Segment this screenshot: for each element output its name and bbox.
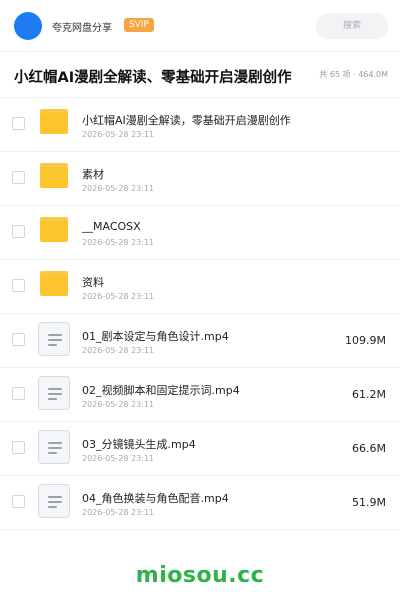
folder-icon <box>40 163 68 188</box>
video-file-icon <box>38 376 70 410</box>
svip-badge: SVIP <box>124 18 154 32</box>
video-file-icon <box>38 484 70 518</box>
row-checkbox[interactable] <box>12 387 25 400</box>
file-date: 2026-05-28 23:11 <box>82 184 155 193</box>
file-name[interactable]: 02_视频脚本和固定提示词.mp4 <box>82 382 240 398</box>
row-checkbox[interactable] <box>12 171 25 184</box>
folder-icon <box>40 271 68 296</box>
file-name[interactable]: 01_剧本设定与角色设计.mp4 <box>82 328 229 344</box>
file-row[interactable]: 02_视频脚本和固定提示词.mp4 2026-05-28 23:11 61.2M <box>0 368 400 422</box>
file-date: 2026-05-28 23:11 <box>82 238 155 247</box>
video-file-icon <box>38 322 70 356</box>
file-date: 2026-05-28 23:11 <box>82 400 155 409</box>
file-count-summary: 共 65 项 · 464.0M <box>319 70 388 79</box>
file-date: 2026-05-28 23:11 <box>82 454 155 463</box>
file-size: 61.2M <box>352 388 386 401</box>
file-name[interactable]: __MACOSX <box>82 220 141 233</box>
file-name[interactable]: 资料 <box>82 274 104 290</box>
row-checkbox[interactable] <box>12 441 25 454</box>
avatar[interactable] <box>14 12 42 40</box>
row-checkbox[interactable] <box>12 225 25 238</box>
file-size: 66.6M <box>352 442 386 455</box>
file-row[interactable]: 小红帽AI漫剧全解读，零基础开启漫剧创作 2026-05-28 23:11 <box>0 98 400 152</box>
file-row[interactable]: __MACOSX 2026-05-28 23:11 <box>0 206 400 260</box>
search-button[interactable]: 搜索 <box>316 13 388 39</box>
file-row[interactable]: 素材 2026-05-28 23:11 <box>0 152 400 206</box>
file-name[interactable]: 03_分镜镜头生成.mp4 <box>82 436 196 452</box>
file-size: 51.9M <box>352 496 386 509</box>
folder-icon <box>40 217 68 242</box>
row-checkbox[interactable] <box>12 279 25 292</box>
share-owner-name: 夸克网盘分享 <box>52 23 112 34</box>
file-name[interactable]: 04_角色换装与角色配音.mp4 <box>82 490 229 506</box>
file-name[interactable]: 素材 <box>82 166 104 182</box>
share-title-bar: 小红帽AI漫剧全解读、零基础开启漫剧创作 共 65 项 · 464.0M <box>0 52 400 98</box>
row-checkbox[interactable] <box>12 495 25 508</box>
file-list: 小红帽AI漫剧全解读，零基础开启漫剧创作 2026-05-28 23:11 素材… <box>0 98 400 530</box>
row-checkbox[interactable] <box>12 333 25 346</box>
file-date: 2026-05-28 23:11 <box>82 130 155 139</box>
share-header: 夸克网盘分享 SVIP 搜索 <box>0 0 400 52</box>
file-row[interactable]: 03_分镜镜头生成.mp4 2026-05-28 23:11 66.6M <box>0 422 400 476</box>
folder-icon <box>40 109 68 134</box>
file-row[interactable]: 资料 2026-05-28 23:11 <box>0 260 400 314</box>
watermark: miosou.cc <box>135 563 265 588</box>
page-title: 小红帽AI漫剧全解读、零基础开启漫剧创作 <box>14 70 292 86</box>
file-date: 2026-05-28 23:11 <box>82 346 155 355</box>
file-name[interactable]: 小红帽AI漫剧全解读，零基础开启漫剧创作 <box>82 112 291 128</box>
video-file-icon <box>38 430 70 464</box>
row-checkbox[interactable] <box>12 117 25 130</box>
file-date: 2026-05-28 23:11 <box>82 508 155 517</box>
file-date: 2026-05-28 23:11 <box>82 292 155 301</box>
file-row[interactable]: 01_剧本设定与角色设计.mp4 2026-05-28 23:11 109.9M <box>0 314 400 368</box>
file-row[interactable]: 04_角色换装与角色配音.mp4 2026-05-28 23:11 51.9M <box>0 476 400 530</box>
file-size: 109.9M <box>345 334 386 347</box>
